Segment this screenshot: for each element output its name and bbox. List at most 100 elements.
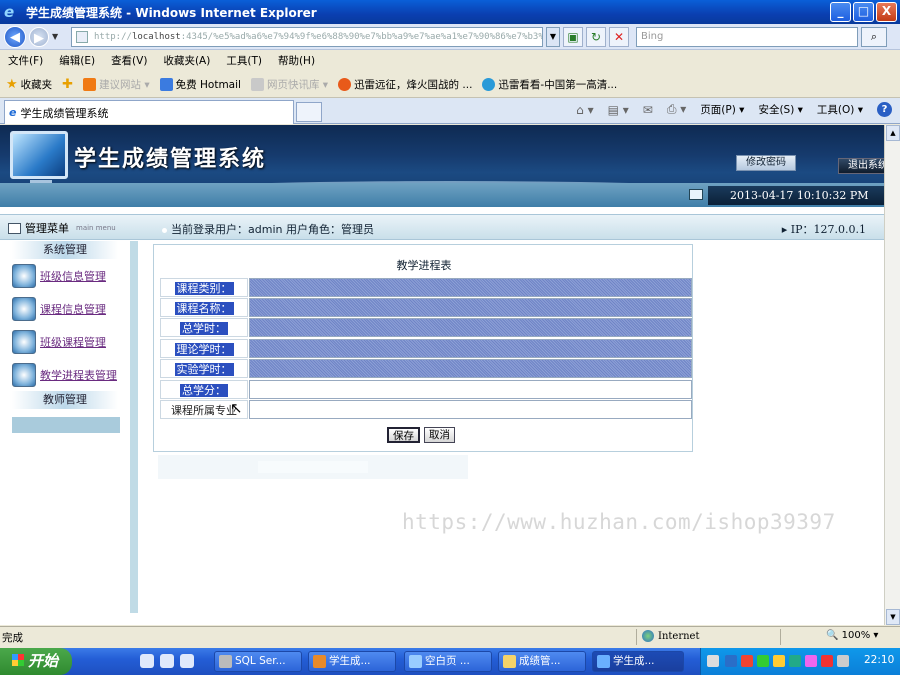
sidebar-item-label: 班级信息管理 bbox=[40, 269, 106, 283]
quicklaunch-icon[interactable] bbox=[140, 654, 154, 668]
ime-icon[interactable] bbox=[725, 655, 737, 667]
field-label: 课程名称： bbox=[160, 298, 248, 317]
vertical-scrollbar[interactable]: ▲ ▼ bbox=[884, 125, 900, 625]
safety-menu[interactable]: 安全(S) ▾ bbox=[758, 102, 802, 117]
new-tab-button[interactable] bbox=[296, 102, 322, 122]
volume-icon[interactable] bbox=[789, 655, 801, 667]
page-menu[interactable]: 页面(P) ▾ bbox=[700, 102, 744, 117]
change-password-label: 修改密码 bbox=[746, 157, 786, 168]
tray-app-icon[interactable] bbox=[805, 655, 817, 667]
task-student-2[interactable]: 学生成... bbox=[592, 651, 684, 672]
back-button[interactable]: ◀ bbox=[4, 25, 26, 48]
status-text: 完成 bbox=[2, 632, 23, 644]
total-credits-input[interactable] bbox=[249, 380, 692, 399]
course-major-input[interactable] bbox=[249, 400, 692, 419]
quicklaunch-desktop-icon[interactable] bbox=[180, 654, 194, 668]
vs-icon bbox=[313, 655, 326, 668]
logout-label: 退出系统 bbox=[848, 160, 888, 171]
form-title: 教学进程表 bbox=[396, 259, 452, 272]
status-divider bbox=[780, 629, 781, 645]
scroll-up-icon[interactable]: ▲ bbox=[886, 125, 900, 141]
print-icon[interactable]: ⎙ ▾ bbox=[667, 102, 686, 117]
tray-app-icon[interactable] bbox=[837, 655, 849, 667]
shield-icon[interactable] bbox=[773, 655, 785, 667]
lab-hours-input[interactable] bbox=[249, 359, 692, 378]
tab-label: 学生成绩管理系统 bbox=[20, 106, 109, 120]
close-button[interactable]: X bbox=[876, 2, 897, 22]
menu-bar: 文件(F) 编辑(E) 查看(V) 收藏夹(A) 工具(T) 帮助(H) bbox=[0, 51, 900, 70]
task-grade-folder[interactable]: 成绩管... bbox=[498, 651, 586, 672]
add-favorite-button[interactable]: ✚ bbox=[62, 77, 73, 92]
history-dropdown[interactable]: ▼ bbox=[52, 32, 62, 41]
help-icon[interactable]: ? bbox=[877, 102, 892, 117]
course-type-input[interactable] bbox=[249, 278, 692, 297]
quicklaunch-ie-icon[interactable] bbox=[160, 654, 174, 668]
search-input[interactable]: Bing bbox=[636, 26, 858, 47]
fav-hotmail-label: 免费 Hotmail bbox=[175, 78, 241, 91]
url-prefix: http:// bbox=[94, 31, 132, 42]
field-lab-hours: 实验学时： bbox=[160, 359, 692, 378]
antivirus-icon[interactable] bbox=[821, 655, 833, 667]
forward-button[interactable]: ▶ bbox=[29, 26, 49, 47]
menu-tools[interactable]: 工具(T) bbox=[226, 53, 262, 68]
field-label-text: 课程所属专业 bbox=[171, 404, 237, 417]
keyboard-icon[interactable] bbox=[707, 655, 719, 667]
fav-suggested-sites[interactable]: 建议网站 ▾ bbox=[83, 77, 150, 92]
field-course-type: 课程类别： bbox=[160, 278, 692, 297]
address-input[interactable]: http:// localhost :4345/%e5%ad%a6%e7%94%… bbox=[71, 26, 543, 47]
compatibility-icon[interactable]: ▣ bbox=[563, 26, 583, 47]
field-label-text: 理论学时： bbox=[174, 343, 234, 356]
course-name-input[interactable] bbox=[249, 298, 692, 317]
sidebar-item-teaching-schedule[interactable]: 教学进程表管理 bbox=[8, 358, 130, 391]
scroll-down-icon[interactable]: ▼ bbox=[886, 609, 900, 625]
maximize-button[interactable]: □ bbox=[853, 2, 874, 22]
tray-app-icon[interactable] bbox=[741, 655, 753, 667]
menu-file[interactable]: 文件(F) bbox=[8, 53, 43, 68]
field-total-credits: 总学分： bbox=[160, 380, 692, 399]
theory-hours-input[interactable] bbox=[249, 339, 692, 358]
field-theory-hours: 理论学时： bbox=[160, 339, 692, 358]
fav-xunlei-1[interactable]: 迅雷远征，烽火国战的 ... bbox=[338, 77, 472, 92]
home-icon[interactable]: ⌂ ▾ bbox=[576, 103, 593, 117]
change-password-button[interactable]: 修改密码 bbox=[736, 155, 796, 171]
start-button[interactable]: 开始 bbox=[0, 648, 72, 675]
menu-view[interactable]: 查看(V) bbox=[111, 53, 147, 68]
cancel-button[interactable]: 取消 bbox=[424, 427, 455, 443]
info-bar: 管理菜单 main menu 当前登录用户：admin 用户角色：管理员 ▸ I… bbox=[0, 214, 900, 240]
fav-web-slices[interactable]: 网页快讯库 ▾ bbox=[250, 77, 328, 92]
refresh-icon[interactable]: ↻ bbox=[586, 26, 606, 47]
folder-icon bbox=[503, 655, 516, 668]
fav-xunlei-2[interactable]: 迅雷看看-中国第一高清... bbox=[482, 77, 617, 92]
favorites-button[interactable]: ★ 收藏夹 bbox=[6, 77, 52, 92]
tab-student-system[interactable]: e 学生成绩管理系统 bbox=[4, 100, 294, 124]
network-icon[interactable] bbox=[757, 655, 769, 667]
menu-favorites[interactable]: 收藏夹(A) bbox=[163, 53, 210, 68]
task-student-1[interactable]: 学生成... bbox=[308, 651, 396, 672]
task-blank-page[interactable]: 空白页 ... bbox=[404, 651, 492, 672]
fav-hotmail[interactable]: 免费 Hotmail bbox=[159, 77, 241, 92]
zoom-control[interactable]: 🔍 100% ▾ bbox=[826, 630, 878, 641]
address-dropdown[interactable]: ▼ bbox=[546, 26, 560, 47]
field-label: 总学分： bbox=[160, 380, 248, 399]
task-sql-server[interactable]: SQL Ser... bbox=[214, 651, 302, 672]
sidebar-item-class-info[interactable]: 班级信息管理 bbox=[8, 259, 130, 292]
section-teacher-management[interactable]: 教师管理 bbox=[12, 391, 118, 409]
menu-edit[interactable]: 编辑(E) bbox=[59, 53, 95, 68]
sidebar-item-class-course[interactable]: 班级课程管理 bbox=[8, 325, 130, 358]
tools-menu[interactable]: 工具(O) ▾ bbox=[817, 102, 863, 117]
search-button[interactable]: ⌕ bbox=[861, 26, 887, 47]
xunlei-kankan-icon bbox=[482, 77, 496, 91]
menu-help[interactable]: 帮助(H) bbox=[278, 53, 315, 68]
system-title: 学生成绩管理系统 bbox=[74, 146, 267, 172]
feeds-icon[interactable]: ▤ ▾ bbox=[608, 103, 629, 117]
minimize-button[interactable]: _ bbox=[830, 2, 851, 22]
window-title: 学生成绩管理系统 - Windows Internet Explorer bbox=[26, 5, 317, 20]
stop-icon[interactable]: ✕ bbox=[609, 26, 629, 47]
total-hours-input[interactable] bbox=[249, 318, 692, 337]
field-course-name: 课程名称： bbox=[160, 298, 692, 317]
mail-icon[interactable]: ✉ bbox=[643, 103, 653, 117]
form-buttons: 保存 取消 bbox=[387, 427, 455, 443]
fav-xunlei-1-label: 迅雷远征，烽火国战的 ... bbox=[354, 78, 473, 91]
sidebar-item-course-info[interactable]: 课程信息管理 bbox=[8, 292, 130, 325]
save-button[interactable]: 保存 bbox=[387, 427, 420, 443]
